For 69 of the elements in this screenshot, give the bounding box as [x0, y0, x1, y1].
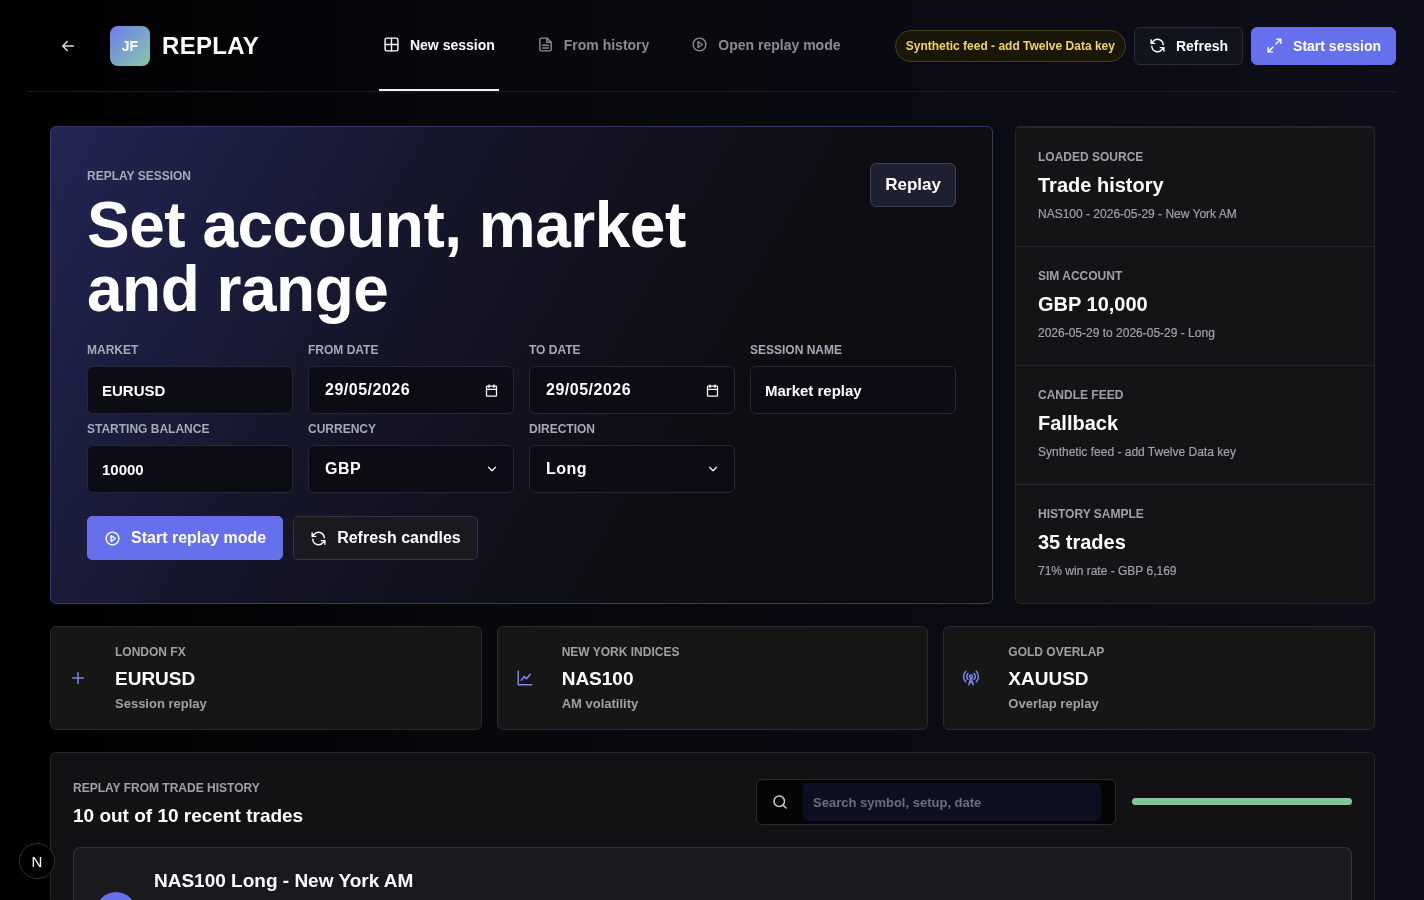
search-field[interactable]: Search symbol, setup, date [756, 779, 1116, 825]
plus-icon [69, 669, 87, 687]
summary-value: GBP 10,000 [1038, 293, 1149, 316]
field-label: TO DATE [529, 343, 582, 357]
line-chart-icon [515, 669, 534, 687]
start-replay-button[interactable]: Start replay mode [87, 516, 284, 560]
summary-label: HISTORY SAMPLE [1038, 507, 1145, 521]
field-label: MARKET [87, 343, 140, 357]
input-field[interactable]: 10000 [87, 445, 293, 493]
date-field[interactable]: 29/05/2026 [529, 366, 735, 414]
start-session-button[interactable]: Start session [1251, 26, 1396, 65]
calendar-icon [705, 382, 720, 398]
market-label: GOLD OVERLAP [1008, 645, 1105, 659]
summary-detail: 71% win rate - GBP 6,169 [1038, 564, 1178, 578]
play-icon [691, 36, 709, 53]
summary-detail: 2026-05-29 to 2026-05-29 - Long [1038, 326, 1216, 340]
replay-badge: Replay [870, 163, 956, 207]
refresh-icon [1148, 37, 1166, 54]
section-label: REPLAY SESSION [87, 169, 193, 183]
field-label: STARTING BALANCE [87, 422, 211, 436]
summary-label: LOADED SOURCE [1038, 150, 1145, 164]
market-label: NEW YORK INDICES [561, 645, 680, 659]
summary-value: 35 trades [1038, 531, 1127, 554]
field-label: DIRECTION [529, 422, 596, 436]
section-title: 10 out of 10 recent trades [73, 805, 304, 827]
play-icon [104, 529, 121, 547]
market-card[interactable]: LONDON FX EURUSD Session replay [50, 626, 482, 730]
nav-tab[interactable]: Open replay mode [687, 0, 845, 91]
market-symbol: XAUUSD [1008, 668, 1090, 690]
refresh-button[interactable]: Refresh [1133, 26, 1244, 65]
input-field[interactable]: Market replay [750, 366, 956, 414]
field-label: SESSION NAME [750, 343, 843, 357]
summary-label: SIM ACCOUNT [1038, 269, 1124, 283]
market-detail: AM volatility [561, 696, 640, 711]
summary-label: CANDLE FEED [1038, 388, 1125, 402]
grid-icon [382, 36, 400, 53]
section-label: REPLAY FROM TRADE HISTORY [73, 781, 261, 795]
dev-tools-button[interactable]: N [19, 843, 55, 879]
nav-tab[interactable]: From history [532, 0, 654, 91]
search-icon [771, 793, 789, 811]
calendar-icon [484, 382, 499, 398]
feed-status-badge: Synthetic feed - add Twelve Data key [894, 29, 1126, 62]
refresh-icon [310, 529, 328, 547]
select-field[interactable]: Long [529, 445, 735, 493]
trade-card[interactable]: NAS100 Long - New York AM [73, 847, 1352, 900]
market-detail: Overlap replay [1008, 696, 1100, 711]
market-card[interactable]: GOLD OVERLAP XAUUSD Overlap replay [943, 626, 1375, 730]
antenna-icon [962, 669, 981, 687]
logo-badge: JF [110, 25, 150, 66]
summary-value: Trade history [1038, 174, 1165, 197]
summary-value: Fallback [1038, 412, 1120, 435]
expand-icon [1266, 37, 1284, 54]
date-field[interactable]: 29/05/2026 [308, 366, 514, 414]
trade-title: NAS100 Long - New York AM [154, 870, 415, 892]
app-title: REPLAY [162, 31, 259, 60]
field-label: FROM DATE [308, 343, 380, 357]
refresh-candles-button[interactable]: Refresh candles [293, 516, 478, 560]
market-card[interactable]: NEW YORK INDICES NAS100 AM volatility [496, 626, 929, 730]
summary-detail: Synthetic feed - add Twelve Data key [1038, 445, 1237, 459]
input-field[interactable]: EURUSD [87, 366, 293, 414]
market-label: LONDON FX [115, 645, 187, 659]
select-field[interactable]: GBP [308, 445, 514, 493]
market-symbol: EURUSD [115, 668, 197, 690]
summary-detail: NAS100 - 2026-05-29 - New York AM [1038, 207, 1238, 221]
market-detail: Session replay [115, 696, 207, 711]
market-symbol: NAS100 [561, 668, 635, 690]
nav-tab[interactable]: New session [378, 0, 499, 91]
field-label: CURRENCY [308, 422, 377, 436]
document-icon [536, 36, 554, 53]
